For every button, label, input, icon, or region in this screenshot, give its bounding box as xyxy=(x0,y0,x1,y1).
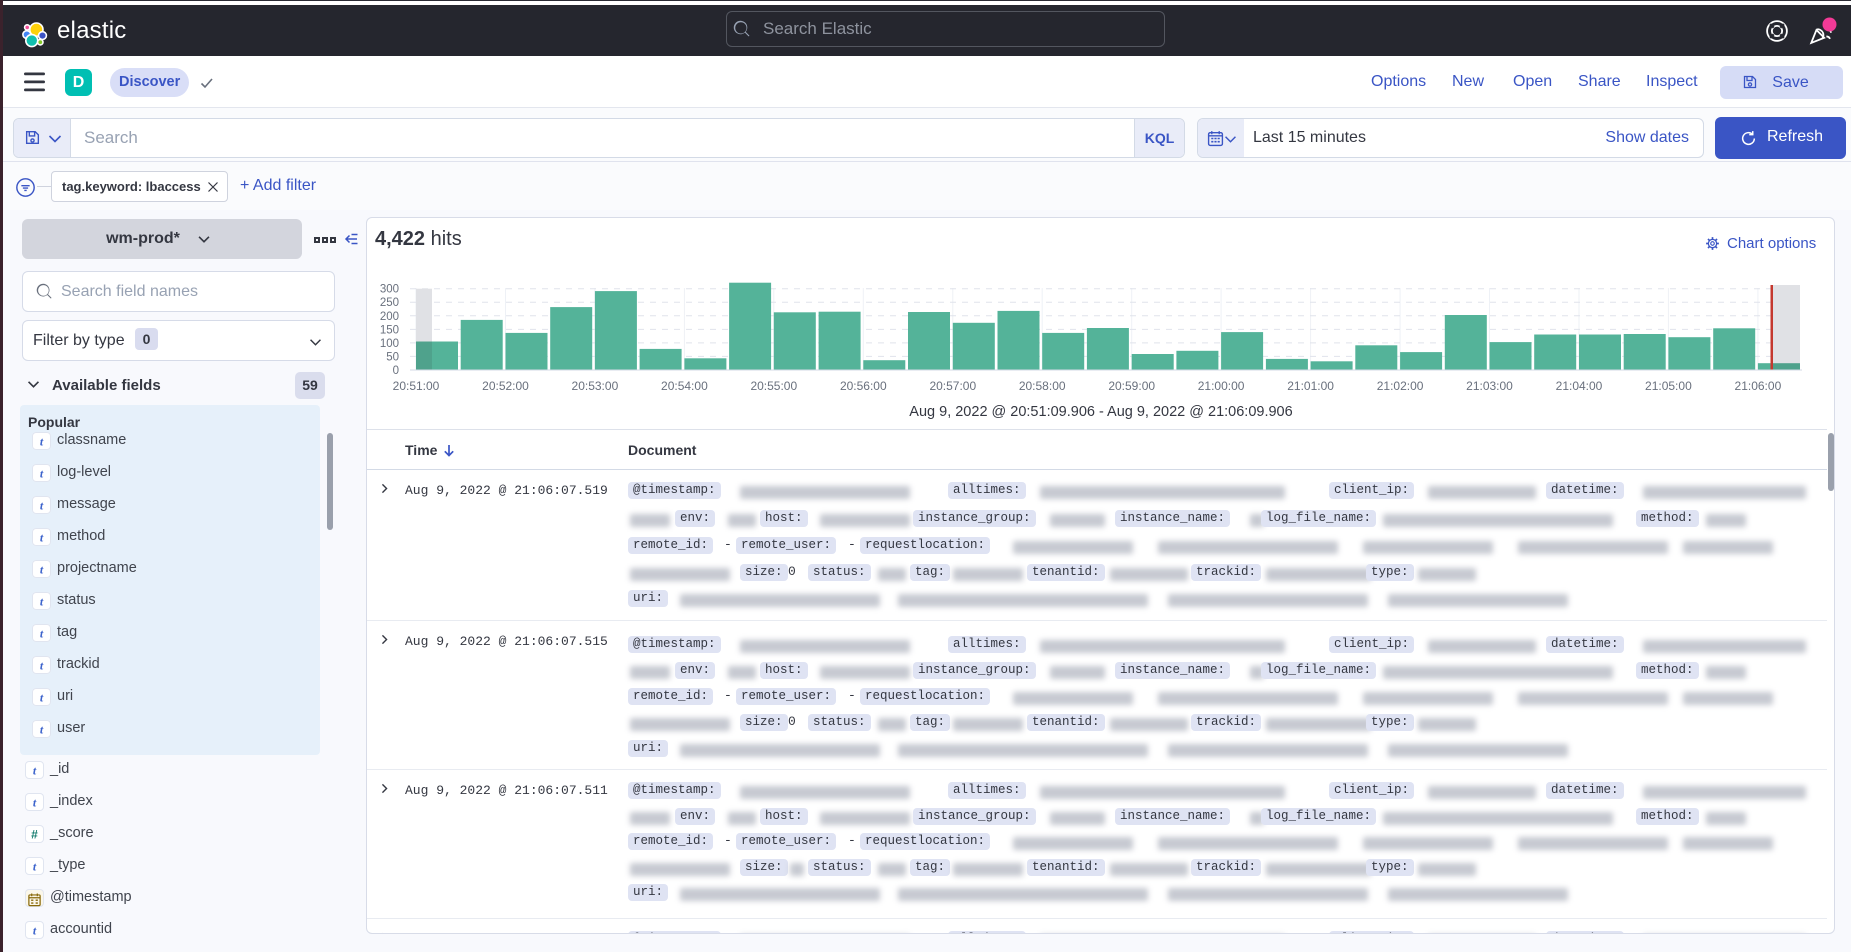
svg-text:21:02:00: 21:02:00 xyxy=(1377,379,1424,393)
svg-text:20:53:00: 20:53:00 xyxy=(572,379,619,393)
svg-text:t: t xyxy=(40,499,44,513)
svg-text:21:05:00: 21:05:00 xyxy=(1645,379,1692,393)
svg-text:200: 200 xyxy=(380,311,399,323)
svg-text:t: t xyxy=(40,659,44,673)
svg-text:21:06:00: 21:06:00 xyxy=(1735,379,1782,393)
svg-text:21:01:00: 21:01:00 xyxy=(1287,379,1334,393)
svg-text:20:58:00: 20:58:00 xyxy=(1019,379,1066,393)
svg-text:20:55:00: 20:55:00 xyxy=(750,379,797,393)
svg-text:21:04:00: 21:04:00 xyxy=(1556,379,1603,393)
svg-text:t: t xyxy=(33,796,37,810)
svg-text:21:03:00: 21:03:00 xyxy=(1466,379,1513,393)
svg-text:t: t xyxy=(33,860,37,874)
svg-text:0: 0 xyxy=(393,365,399,377)
svg-text:100: 100 xyxy=(380,338,399,350)
svg-text:300: 300 xyxy=(380,284,399,296)
svg-text:t: t xyxy=(33,924,37,938)
svg-text:t: t xyxy=(40,723,44,737)
svg-text:t: t xyxy=(40,627,44,641)
svg-text:t: t xyxy=(40,691,44,705)
svg-text:20:54:00: 20:54:00 xyxy=(661,379,708,393)
svg-text:t: t xyxy=(40,563,44,577)
svg-text:20:59:00: 20:59:00 xyxy=(1108,379,1155,393)
svg-text:t: t xyxy=(40,467,44,481)
svg-text:50: 50 xyxy=(386,351,399,363)
svg-text:20:56:00: 20:56:00 xyxy=(840,379,887,393)
svg-text:#: # xyxy=(31,828,38,842)
svg-text:20:51:00: 20:51:00 xyxy=(393,379,440,393)
svg-text:250: 250 xyxy=(380,297,399,309)
svg-text:t: t xyxy=(33,764,37,778)
svg-text:20:52:00: 20:52:00 xyxy=(482,379,529,393)
svg-text:150: 150 xyxy=(380,324,399,336)
svg-text:20:57:00: 20:57:00 xyxy=(929,379,976,393)
svg-text:t: t xyxy=(40,435,44,449)
svg-text:21:00:00: 21:00:00 xyxy=(1198,379,1245,393)
svg-text:t: t xyxy=(40,531,44,545)
svg-text:t: t xyxy=(40,595,44,609)
